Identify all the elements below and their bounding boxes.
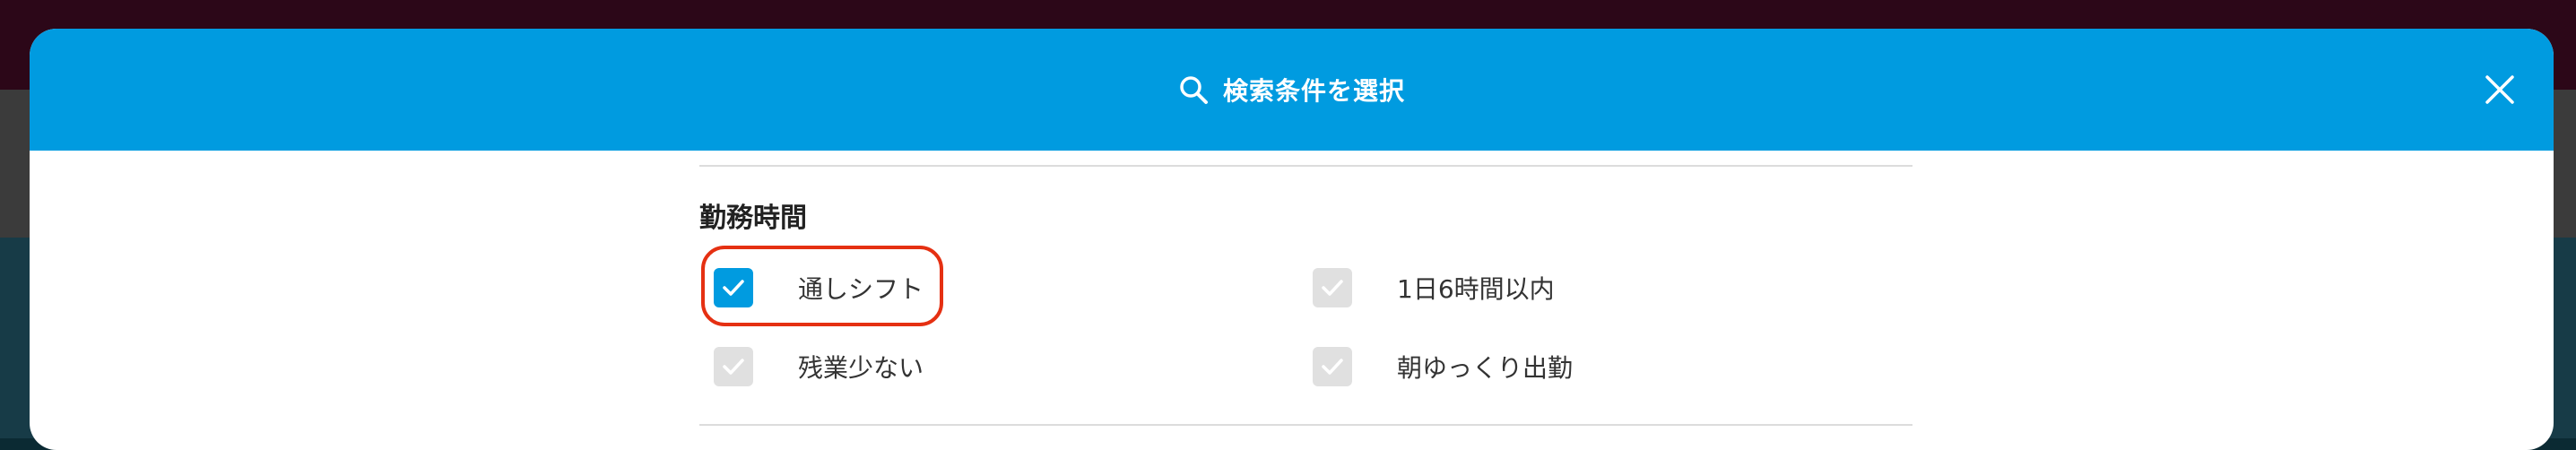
check-icon — [723, 280, 744, 296]
checkbox-unchecked[interactable] — [1313, 347, 1352, 386]
option-less-overtime[interactable]: 残業少ない — [714, 347, 924, 386]
section-title-working-hours: 勤務時間 — [699, 203, 807, 234]
check-icon — [1322, 359, 1343, 375]
checkbox-checked[interactable] — [714, 268, 753, 307]
modal-header: 検索条件を選択 — [30, 29, 2554, 151]
search-conditions-modal: 検索条件を選択 勤務時間 通しシフト 1日6時間以内 残業少ない 朝ゆっくり出勤 — [30, 29, 2554, 450]
close-button[interactable] — [2480, 70, 2520, 109]
checkbox-unchecked[interactable] — [1313, 268, 1352, 307]
option-late-morning-start[interactable]: 朝ゆっくり出勤 — [1313, 347, 1573, 386]
checkbox-unchecked[interactable] — [714, 347, 753, 386]
option-label: 朝ゆっくり出勤 — [1397, 353, 1574, 383]
section-divider-bottom — [699, 424, 1912, 426]
option-label: 1日6時間以内 — [1397, 274, 1555, 304]
option-full-shift[interactable]: 通しシフト — [714, 268, 924, 307]
modal-title: 検索条件を選択 — [1222, 76, 1405, 106]
option-within-6-hours[interactable]: 1日6時間以内 — [1313, 268, 1555, 307]
close-icon — [2485, 75, 2514, 104]
option-label: 通しシフト — [798, 274, 924, 304]
check-icon — [723, 359, 744, 375]
modal-title-wrap: 検索条件を選択 — [30, 29, 2554, 151]
section-divider-top — [699, 165, 1912, 167]
check-icon — [1322, 280, 1343, 296]
search-icon — [1178, 74, 1209, 105]
option-label: 残業少ない — [798, 353, 924, 383]
